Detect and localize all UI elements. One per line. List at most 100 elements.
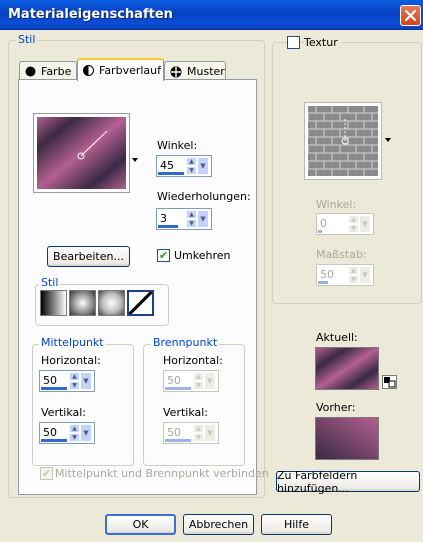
textur-label: Textur	[304, 36, 341, 49]
up-arrow-icon: ▲	[348, 215, 359, 224]
swatch-toggle-button[interactable]	[382, 375, 397, 389]
rectangular-style-button[interactable]	[69, 290, 96, 316]
dropdown-arrow-icon: ▼	[359, 266, 371, 284]
farbverlauf-panel: Winkel: 45 ▲ ▼ ▼ Wiederholungen: 3 ▲ ▼ ▼ B…	[18, 79, 269, 495]
aktuell-label: Aktuell:	[316, 331, 358, 344]
brennpunkt-horizontal-spinner: 50 ▲ ▼ ▼	[163, 370, 219, 392]
up-arrow-icon[interactable]: ▲	[186, 157, 197, 166]
dropdown-arrow-icon: ▼	[204, 372, 216, 390]
mittelpunkt-horizontal-spinner[interactable]: 50 ▲ ▼ ▼	[39, 370, 95, 392]
wiederholungen-value: 3	[160, 212, 167, 225]
mittelpunkt-label: Mittelpunkt	[39, 336, 106, 349]
slider-bar	[165, 439, 191, 442]
close-icon	[404, 9, 417, 22]
verbinden-checkbox: ✔	[40, 467, 53, 480]
dropdown-arrow-icon[interactable]: ▼	[80, 372, 92, 390]
up-arrow-icon[interactable]: ▲	[69, 372, 80, 381]
gradient-circle-icon	[83, 65, 94, 76]
winkel-label: Winkel:	[157, 139, 198, 152]
down-arrow-icon: ▼	[193, 381, 204, 390]
gradient-preview-image	[37, 117, 126, 189]
tab-farbverlauf[interactable]: Farbverlauf	[77, 58, 164, 81]
wiederholungen-label: Wiederholungen:	[157, 190, 251, 203]
dropdown-arrow-icon: ▼	[359, 215, 371, 233]
umkehren-checkbox[interactable]: ✔	[157, 249, 170, 262]
mittelpunkt-horizontal-label: Horizontal:	[41, 354, 101, 367]
textur-checkbox[interactable]	[287, 36, 300, 49]
umkehren-label: Umkehren	[174, 249, 231, 262]
up-arrow-icon[interactable]: ▲	[69, 424, 80, 433]
massstab-label: Maßstab:	[316, 248, 367, 261]
mittelpunkt-horizontal-value: 50	[43, 374, 57, 387]
slider-bar	[318, 281, 328, 284]
tab-farbe-label: Farbe	[41, 65, 72, 78]
ok-button[interactable]: OK	[105, 514, 176, 535]
up-arrow-icon: ▲	[348, 266, 359, 275]
stil-subgroup-label: Stil	[39, 276, 61, 289]
up-arrow-icon[interactable]: ▲	[186, 210, 197, 219]
slider-bar[interactable]	[41, 387, 67, 390]
mittelpunkt-vertikal-label: Vertikal:	[41, 406, 87, 419]
tab-farbverlauf-label: Farbverlauf	[99, 64, 162, 77]
aktuell-swatch[interactable]	[315, 347, 379, 390]
up-arrow-icon: ▲	[193, 424, 204, 433]
dropdown-arrow-icon[interactable]: ▼	[80, 424, 92, 442]
winkel-slider-bar[interactable]	[158, 172, 184, 175]
mittelpunkt-vertikal-spinner[interactable]: 50 ▲ ▼ ▼	[39, 422, 95, 444]
brennpunkt-vertikal-label: Vertikal:	[163, 406, 209, 419]
title-bar[interactable]: Materialeigenschaften	[0, 0, 423, 30]
linear-style-button[interactable]	[40, 290, 67, 316]
verbinden-label: Mittelpunkt und Brennpunkt verbinden	[55, 467, 269, 480]
swap-colors-icon	[384, 377, 396, 388]
down-arrow-icon: ▼	[348, 275, 359, 284]
tab-farbe[interactable]: Farbe	[19, 61, 77, 81]
brennpunkt-horizontal-value: 50	[167, 374, 181, 387]
bearbeiten-button[interactable]: Bearbeiten...	[47, 246, 130, 267]
brennpunkt-vertikal-spinner: 50 ▲ ▼ ▼	[163, 422, 219, 444]
aktuell-gradient-image	[316, 348, 378, 389]
hilfe-button[interactable]: Hilfe	[261, 514, 332, 535]
massstab-spinner: 50 ▲ ▼ ▼	[316, 264, 374, 286]
textur-winkel-value: 0	[320, 217, 327, 230]
wiederholungen-slider-bar[interactable]	[158, 225, 178, 228]
vorher-label: Vorher:	[316, 401, 356, 414]
dialog-body: Stil Farbe Farbverlauf Muster Winkel: 45…	[0, 30, 423, 542]
down-arrow-icon[interactable]: ▼	[186, 166, 197, 175]
brennpunkt-horizontal-label: Horizontal:	[163, 354, 223, 367]
textur-winkel-spinner: 0 ▲ ▼ ▼	[316, 213, 374, 235]
texture-dropdown-icon[interactable]	[385, 138, 391, 142]
brennpunkt-label: Brennpunkt	[151, 336, 220, 349]
dropdown-arrow-icon[interactable]: ▼	[197, 210, 209, 228]
zu-farbfeldern-hinzufuegen-button[interactable]: Zu Farbfeldern hinzufügen...	[276, 469, 420, 495]
preview-dropdown-icon[interactable]	[132, 158, 138, 162]
down-arrow-icon[interactable]: ▼	[69, 381, 80, 390]
close-button[interactable]	[400, 5, 421, 26]
brennpunkt-vertikal-value: 50	[167, 426, 181, 439]
dropdown-arrow-icon: ▼	[204, 424, 216, 442]
brick-texture-image	[307, 106, 378, 176]
tab-muster-label: Muster	[187, 65, 225, 78]
mittelpunkt-vertikal-value: 50	[43, 426, 57, 439]
abbrechen-button[interactable]: Abbrechen	[183, 514, 254, 535]
slider-bar	[165, 387, 191, 390]
up-arrow-icon: ▲	[193, 372, 204, 381]
vorher-gradient-image	[316, 418, 378, 459]
winkel-spinner[interactable]: 45 ▲ ▼ ▼	[156, 155, 212, 177]
textur-winkel-label: Winkel:	[316, 198, 357, 211]
vorher-swatch[interactable]	[315, 417, 379, 460]
tab-muster[interactable]: Muster	[164, 61, 226, 81]
gradient-preview[interactable]	[33, 113, 130, 193]
down-arrow-icon[interactable]: ▼	[186, 219, 197, 228]
slider-bar[interactable]	[41, 439, 67, 442]
window-title: Materialeigenschaften	[8, 7, 173, 22]
texture-preview[interactable]	[304, 102, 382, 180]
down-arrow-icon: ▼	[193, 433, 204, 442]
dropdown-arrow-icon[interactable]: ▼	[197, 157, 209, 175]
angular-style-button[interactable]	[127, 290, 154, 316]
down-arrow-icon: ▼	[348, 224, 359, 233]
stil-group-label: Stil	[16, 33, 38, 46]
slider-bar	[318, 230, 322, 233]
down-arrow-icon[interactable]: ▼	[69, 433, 80, 442]
wiederholungen-spinner[interactable]: 3 ▲ ▼ ▼	[156, 208, 212, 230]
radial-style-button[interactable]	[98, 290, 125, 316]
